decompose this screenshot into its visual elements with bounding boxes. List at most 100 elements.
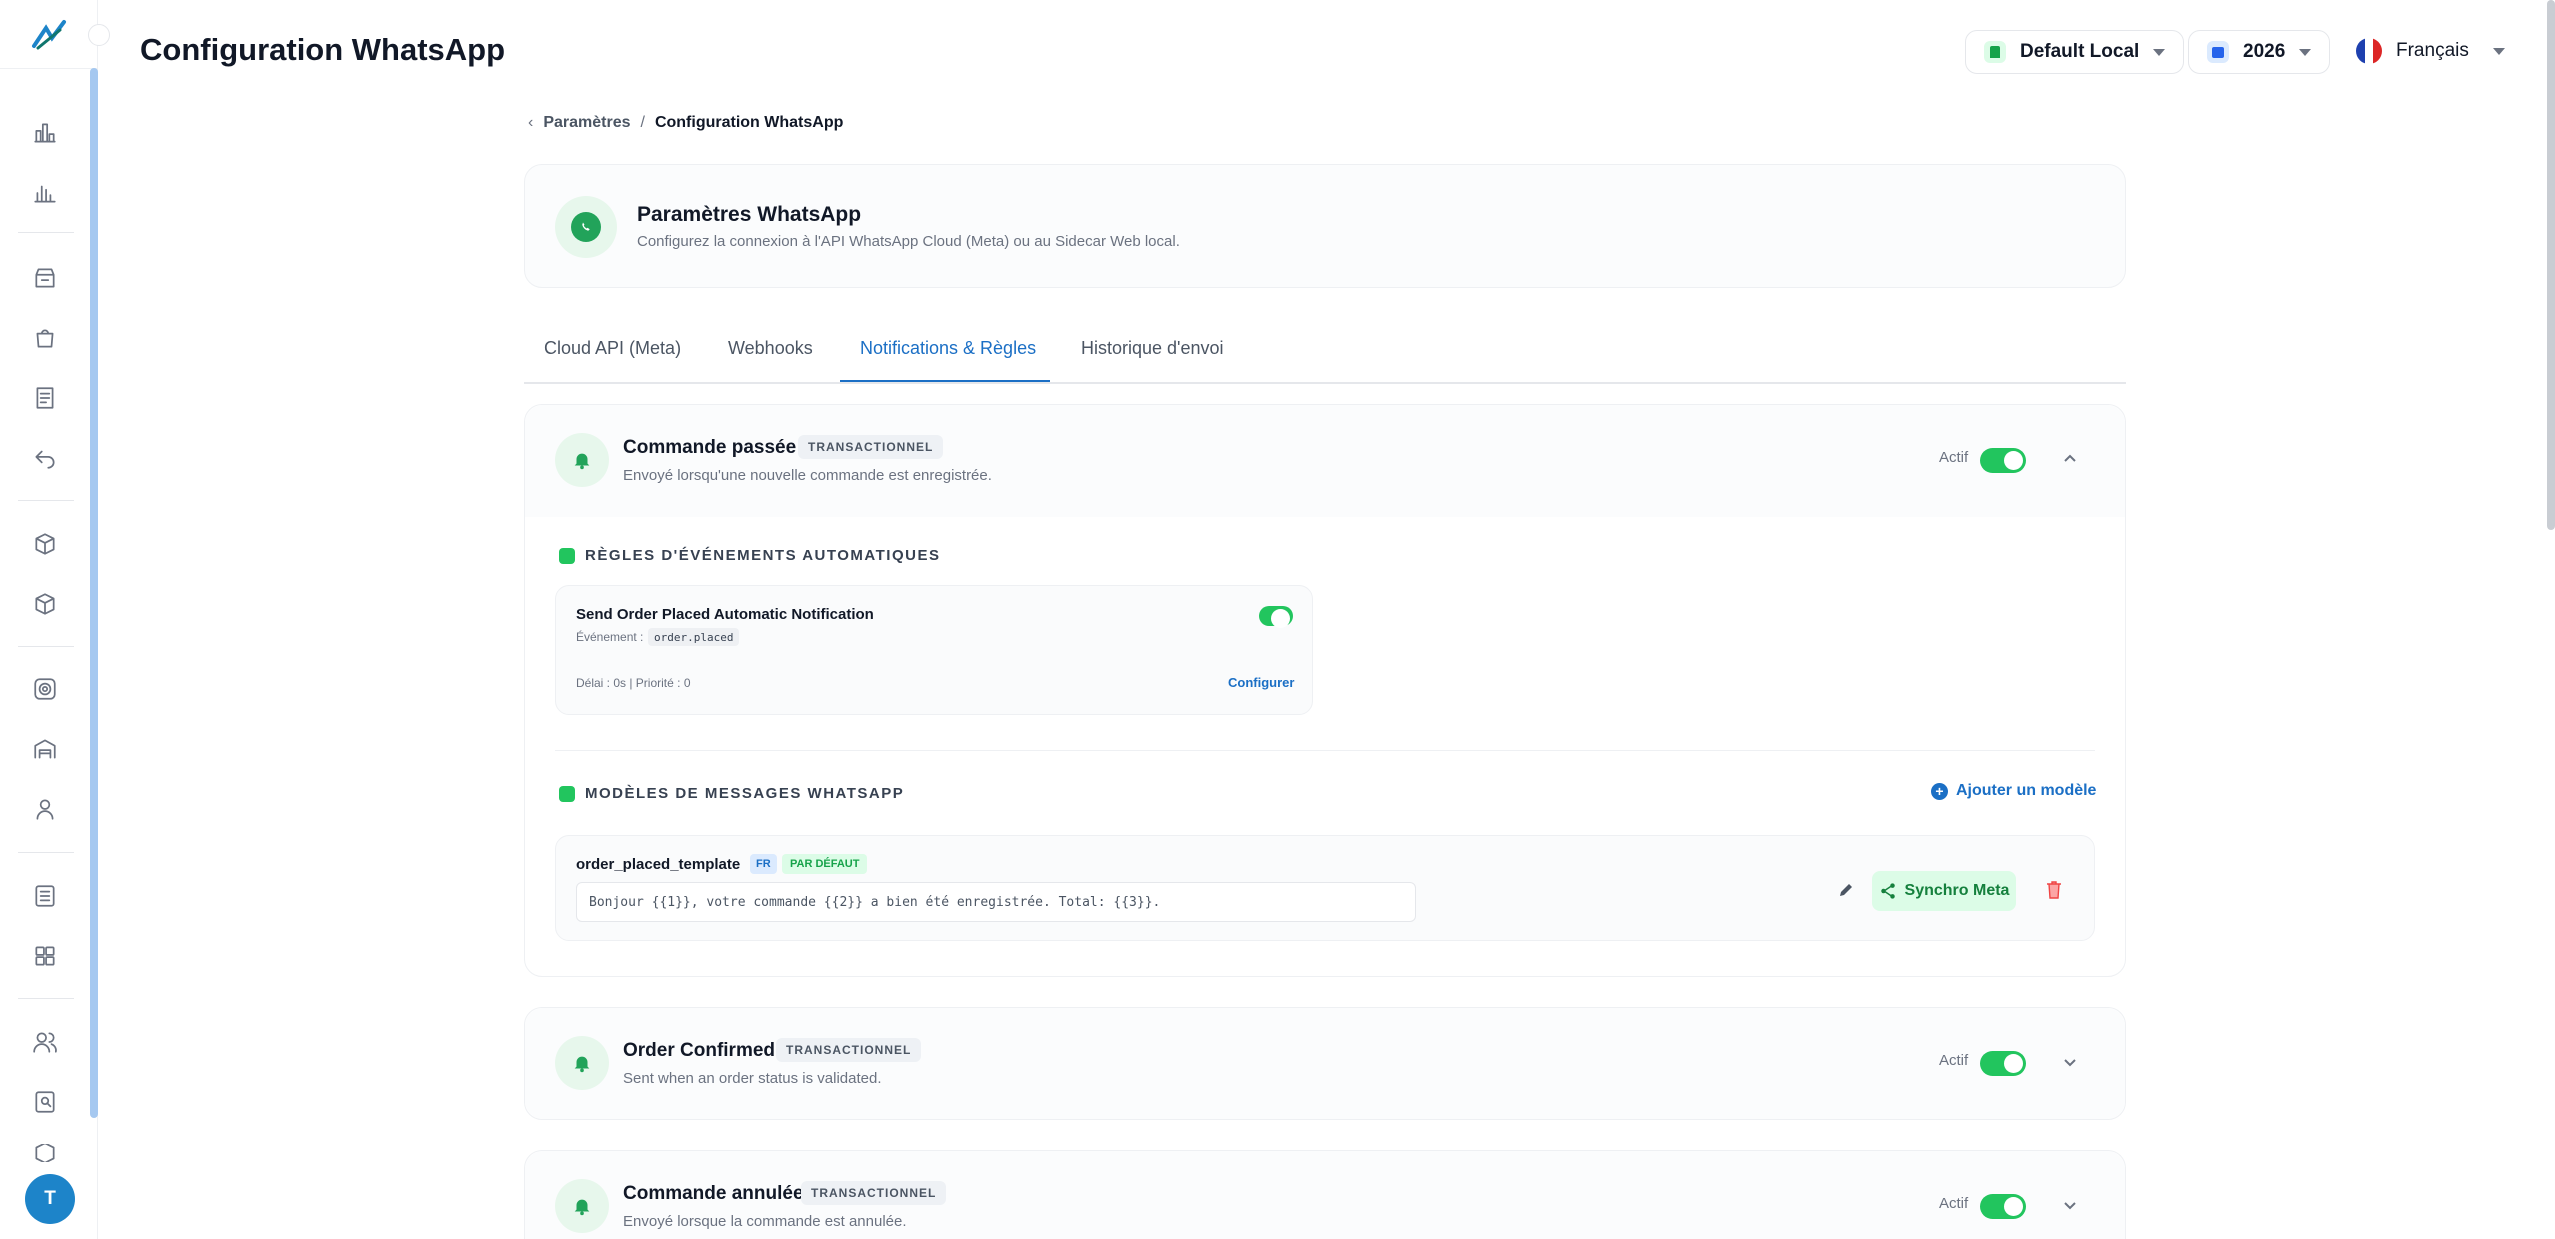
- event-header[interactable]: Commande annulée TRANSACTIONNEL Envoyé l…: [525, 1151, 2125, 1239]
- users-icon[interactable]: [30, 1027, 60, 1057]
- store-selector[interactable]: Default Local: [1965, 30, 2185, 74]
- page-title: Configuration WhatsApp: [140, 32, 506, 67]
- return-icon[interactable]: [30, 443, 60, 473]
- avatar[interactable]: T: [25, 1174, 75, 1224]
- search-doc-icon[interactable]: [30, 1087, 60, 1117]
- year-selector[interactable]: 2026: [2188, 30, 2331, 74]
- rules-section-heading: RÈGLES D'ÉVÉNEMENTS AUTOMATIQUES: [559, 547, 941, 564]
- chevron-left-icon[interactable]: ‹: [528, 114, 533, 132]
- nav-divider: [18, 646, 74, 647]
- nav-divider: [18, 232, 74, 233]
- breadcrumb-current: Configuration WhatsApp: [654, 114, 844, 131]
- nav-divider: [18, 998, 74, 999]
- plus-icon: +: [1931, 782, 1948, 800]
- rule-card: Send Order Placed Automatic Notification…: [555, 585, 1313, 715]
- event-type-badge: TRANSACTIONNEL: [801, 1181, 947, 1205]
- box-icon[interactable]: [30, 589, 60, 619]
- calendar-icon: [2207, 41, 2229, 63]
- user-icon[interactable]: [30, 794, 60, 824]
- store-icon: [1984, 41, 2006, 63]
- event-card-order-confirmed: Order Confirmed TRANSACTIONNEL Sent when…: [524, 1007, 2126, 1120]
- rules-gear-icon: [559, 547, 575, 564]
- event-type-badge: TRANSACTIONNEL: [798, 435, 944, 459]
- event-status-label: Actif: [1939, 1052, 1969, 1069]
- rule-configure-link[interactable]: Configurer: [1228, 675, 1294, 690]
- french-flag-icon: [2356, 38, 2382, 64]
- year-selector-label: 2026: [2243, 41, 2286, 62]
- template-card: order_placed_template FR PAR DÉFAUT Bonj…: [555, 835, 2095, 941]
- shopping-bag-icon[interactable]: [30, 323, 60, 353]
- event-title: Commande annulée: [623, 1183, 804, 1204]
- event-active-toggle[interactable]: [1980, 1194, 2026, 1219]
- chart-bar-icon[interactable]: [30, 118, 60, 148]
- event-status-label: Actif: [1939, 1195, 1969, 1212]
- event-header[interactable]: Commande passée TRANSACTIONNEL Envoyé lo…: [525, 405, 2125, 517]
- event-description: Envoyé lorsque la commande est annulée.: [623, 1213, 907, 1230]
- share-icon: [1880, 883, 1895, 899]
- rule-active-toggle[interactable]: [1259, 606, 1293, 628]
- event-active-toggle[interactable]: [1980, 448, 2026, 473]
- sidebar: T: [0, 0, 110, 1239]
- package-icon[interactable]: [30, 529, 60, 559]
- report-icon[interactable]: [30, 881, 60, 911]
- chevron-down-icon[interactable]: [2060, 1052, 2080, 1072]
- settings-header-card: Paramètres WhatsApp Configurez la connex…: [524, 164, 2126, 288]
- event-card-order-cancelled: Commande annulée TRANSACTIONNEL Envoyé l…: [524, 1150, 2126, 1239]
- rule-meta: Délai : 0s | Priorité : 0: [576, 676, 691, 690]
- settings-icon[interactable]: [30, 1144, 60, 1162]
- edit-pencil-icon[interactable]: [1836, 880, 1856, 900]
- trash-icon[interactable]: [2044, 879, 2064, 901]
- nav-divider: [18, 852, 74, 853]
- chevron-down-icon: [2299, 48, 2312, 56]
- tab-notifications-rules[interactable]: Notifications & Règles: [860, 338, 1036, 359]
- settings-description: Configurez la connexion à l'API WhatsApp…: [637, 233, 1180, 250]
- tab-bar: Cloud API (Meta) Webhooks Notifications …: [524, 322, 2126, 384]
- sync-meta-label: Synchro Meta: [1904, 882, 2010, 899]
- event-title: Commande passée: [623, 437, 797, 458]
- breadcrumb-separator: /: [640, 114, 645, 131]
- analytics-icon[interactable]: [30, 178, 60, 208]
- warehouse-icon[interactable]: [30, 734, 60, 764]
- chevron-up-icon[interactable]: [2060, 449, 2080, 469]
- page-scrollbar[interactable]: [2547, 0, 2555, 530]
- active-tab-indicator: [840, 380, 1050, 382]
- rule-event-label: Événement :: [576, 630, 644, 644]
- bell-icon: [555, 1036, 609, 1090]
- event-description: Sent when an order status is validated.: [623, 1070, 882, 1087]
- target-icon[interactable]: [30, 674, 60, 704]
- orders-list-icon[interactable]: [30, 383, 60, 413]
- add-template-label: Ajouter un modèle: [1956, 782, 2097, 799]
- tab-webhooks[interactable]: Webhooks: [728, 338, 813, 359]
- tab-send-history[interactable]: Historique d'envoi: [1081, 338, 1224, 359]
- templates-section-heading: MODÈLES DE MESSAGES WHATSAPP: [559, 785, 904, 802]
- event-title: Order Confirmed: [623, 1040, 776, 1061]
- template-doc-icon: [559, 785, 575, 802]
- chevron-down-icon[interactable]: [2060, 1195, 2080, 1215]
- sync-meta-button[interactable]: Synchro Meta: [1872, 871, 2016, 911]
- template-name: order_placed_template: [576, 856, 741, 873]
- sidebar-scrollbar[interactable]: [90, 68, 98, 1118]
- chevron-down-icon: [2492, 47, 2505, 55]
- tab-cloud-api[interactable]: Cloud API (Meta): [544, 338, 681, 359]
- event-active-toggle[interactable]: [1980, 1051, 2026, 1076]
- breadcrumb-parent-link[interactable]: Paramètres: [543, 114, 630, 132]
- app-logo[interactable]: [30, 18, 68, 52]
- event-header[interactable]: Order Confirmed TRANSACTIONNEL Sent when…: [525, 1008, 2125, 1119]
- nav-divider: [18, 500, 74, 501]
- section-divider: [555, 750, 2095, 751]
- store-icon[interactable]: [30, 263, 60, 293]
- apps-grid-icon[interactable]: [30, 941, 60, 971]
- language-label: Français: [2396, 40, 2469, 61]
- whatsapp-icon: [555, 196, 617, 258]
- template-body: Bonjour {{1}}, votre commande {{2}} a bi…: [576, 882, 1416, 922]
- template-default-badge: PAR DÉFAUT: [782, 854, 868, 874]
- breadcrumb: ‹ Paramètres / Configuration WhatsApp: [528, 114, 843, 132]
- store-selector-label: Default Local: [2020, 41, 2140, 62]
- rule-event-code: order.placed: [648, 628, 740, 646]
- sidebar-collapse-button[interactable]: [88, 24, 110, 46]
- rules-heading-label: RÈGLES D'ÉVÉNEMENTS AUTOMATIQUES: [585, 547, 941, 564]
- add-template-button[interactable]: + Ajouter un modèle: [1931, 782, 2096, 800]
- bell-icon: [555, 433, 609, 487]
- language-selector[interactable]: Français: [2356, 38, 2505, 64]
- sidebar-divider: [0, 68, 98, 69]
